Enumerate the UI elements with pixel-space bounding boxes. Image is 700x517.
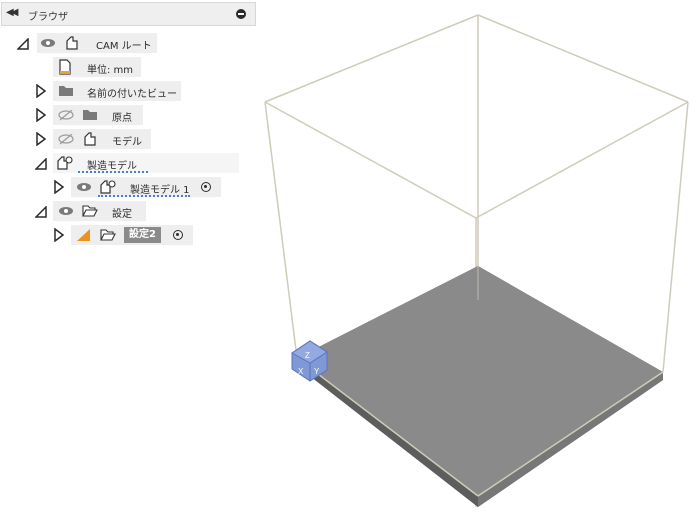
- setup-warning-icon: [77, 229, 90, 241]
- tree-node-cam-root[interactable]: CAM ルート: [0, 33, 260, 53]
- 3d-viewport[interactable]: Z X Y: [0, 0, 700, 517]
- tree-label-setups: 設定: [112, 209, 132, 220]
- component-icon: [84, 132, 96, 146]
- tree-node-named-views[interactable]: 名前の付いたビュー: [0, 81, 260, 101]
- svg-text:X: X: [298, 367, 304, 376]
- activate-target-icon[interactable]: [173, 230, 183, 240]
- tree-label-units: 単位: mm: [87, 65, 134, 76]
- tree-label-origin: 原点: [112, 113, 132, 124]
- expanded-triangle-icon[interactable]: [35, 158, 47, 170]
- tree-label-setup-2: 設定2: [124, 227, 161, 243]
- collapse-browser-button[interactable]: ◀◀: [6, 7, 19, 18]
- collapsed-triangle-icon[interactable]: [35, 108, 47, 122]
- tree-label-cam-root: CAM ルート: [96, 41, 152, 52]
- tree-label-model: モデル: [112, 137, 142, 148]
- collapsed-triangle-icon[interactable]: [35, 132, 47, 146]
- tree-node-origin[interactable]: 原点: [0, 105, 260, 125]
- collapsed-triangle-icon[interactable]: [35, 84, 47, 98]
- eye-icon[interactable]: [40, 38, 56, 48]
- open-folder-icon: [82, 205, 98, 217]
- collapsed-triangle-icon[interactable]: [53, 180, 65, 194]
- warning-underline: [98, 192, 190, 197]
- tree-node-setups[interactable]: 設定: [0, 201, 260, 221]
- eye-icon[interactable]: [58, 206, 74, 216]
- manufacturing-model-icon: [57, 156, 73, 170]
- component-icon: [66, 36, 78, 50]
- expanded-triangle-icon[interactable]: [35, 206, 47, 218]
- tree-node-setup-2[interactable]: 設定2: [0, 225, 260, 245]
- svg-text:Y: Y: [314, 367, 320, 376]
- browser-title: ブラウザ: [28, 12, 68, 23]
- svg-text:Z: Z: [305, 351, 310, 360]
- tree-label-named-views: 名前の付いたビュー: [87, 89, 177, 100]
- eye-icon[interactable]: [76, 182, 92, 192]
- minimize-icon[interactable]: [236, 9, 246, 19]
- eye-hidden-icon[interactable]: [58, 134, 74, 145]
- document-icon: [59, 59, 71, 75]
- warning-underline: [78, 168, 148, 173]
- tree-node-manufacturing-model-1[interactable]: 製造モデル 1: [0, 177, 260, 197]
- folder-icon: [83, 110, 97, 120]
- tree-node-units[interactable]: 単位: mm: [0, 57, 260, 77]
- open-folder-icon: [100, 229, 116, 241]
- tree-node-manufacturing-model[interactable]: 製造モデル: [0, 153, 260, 173]
- folder-icon: [59, 86, 73, 96]
- collapsed-triangle-icon[interactable]: [53, 228, 65, 242]
- activate-target-icon[interactable]: [201, 182, 211, 192]
- browser-header: ◀◀ ブラウザ: [1, 2, 256, 26]
- expanded-triangle-icon[interactable]: [17, 38, 29, 50]
- eye-hidden-icon[interactable]: [58, 110, 74, 121]
- tree-node-model[interactable]: モデル: [0, 129, 260, 149]
- stock-plate[interactable]: [297, 266, 663, 507]
